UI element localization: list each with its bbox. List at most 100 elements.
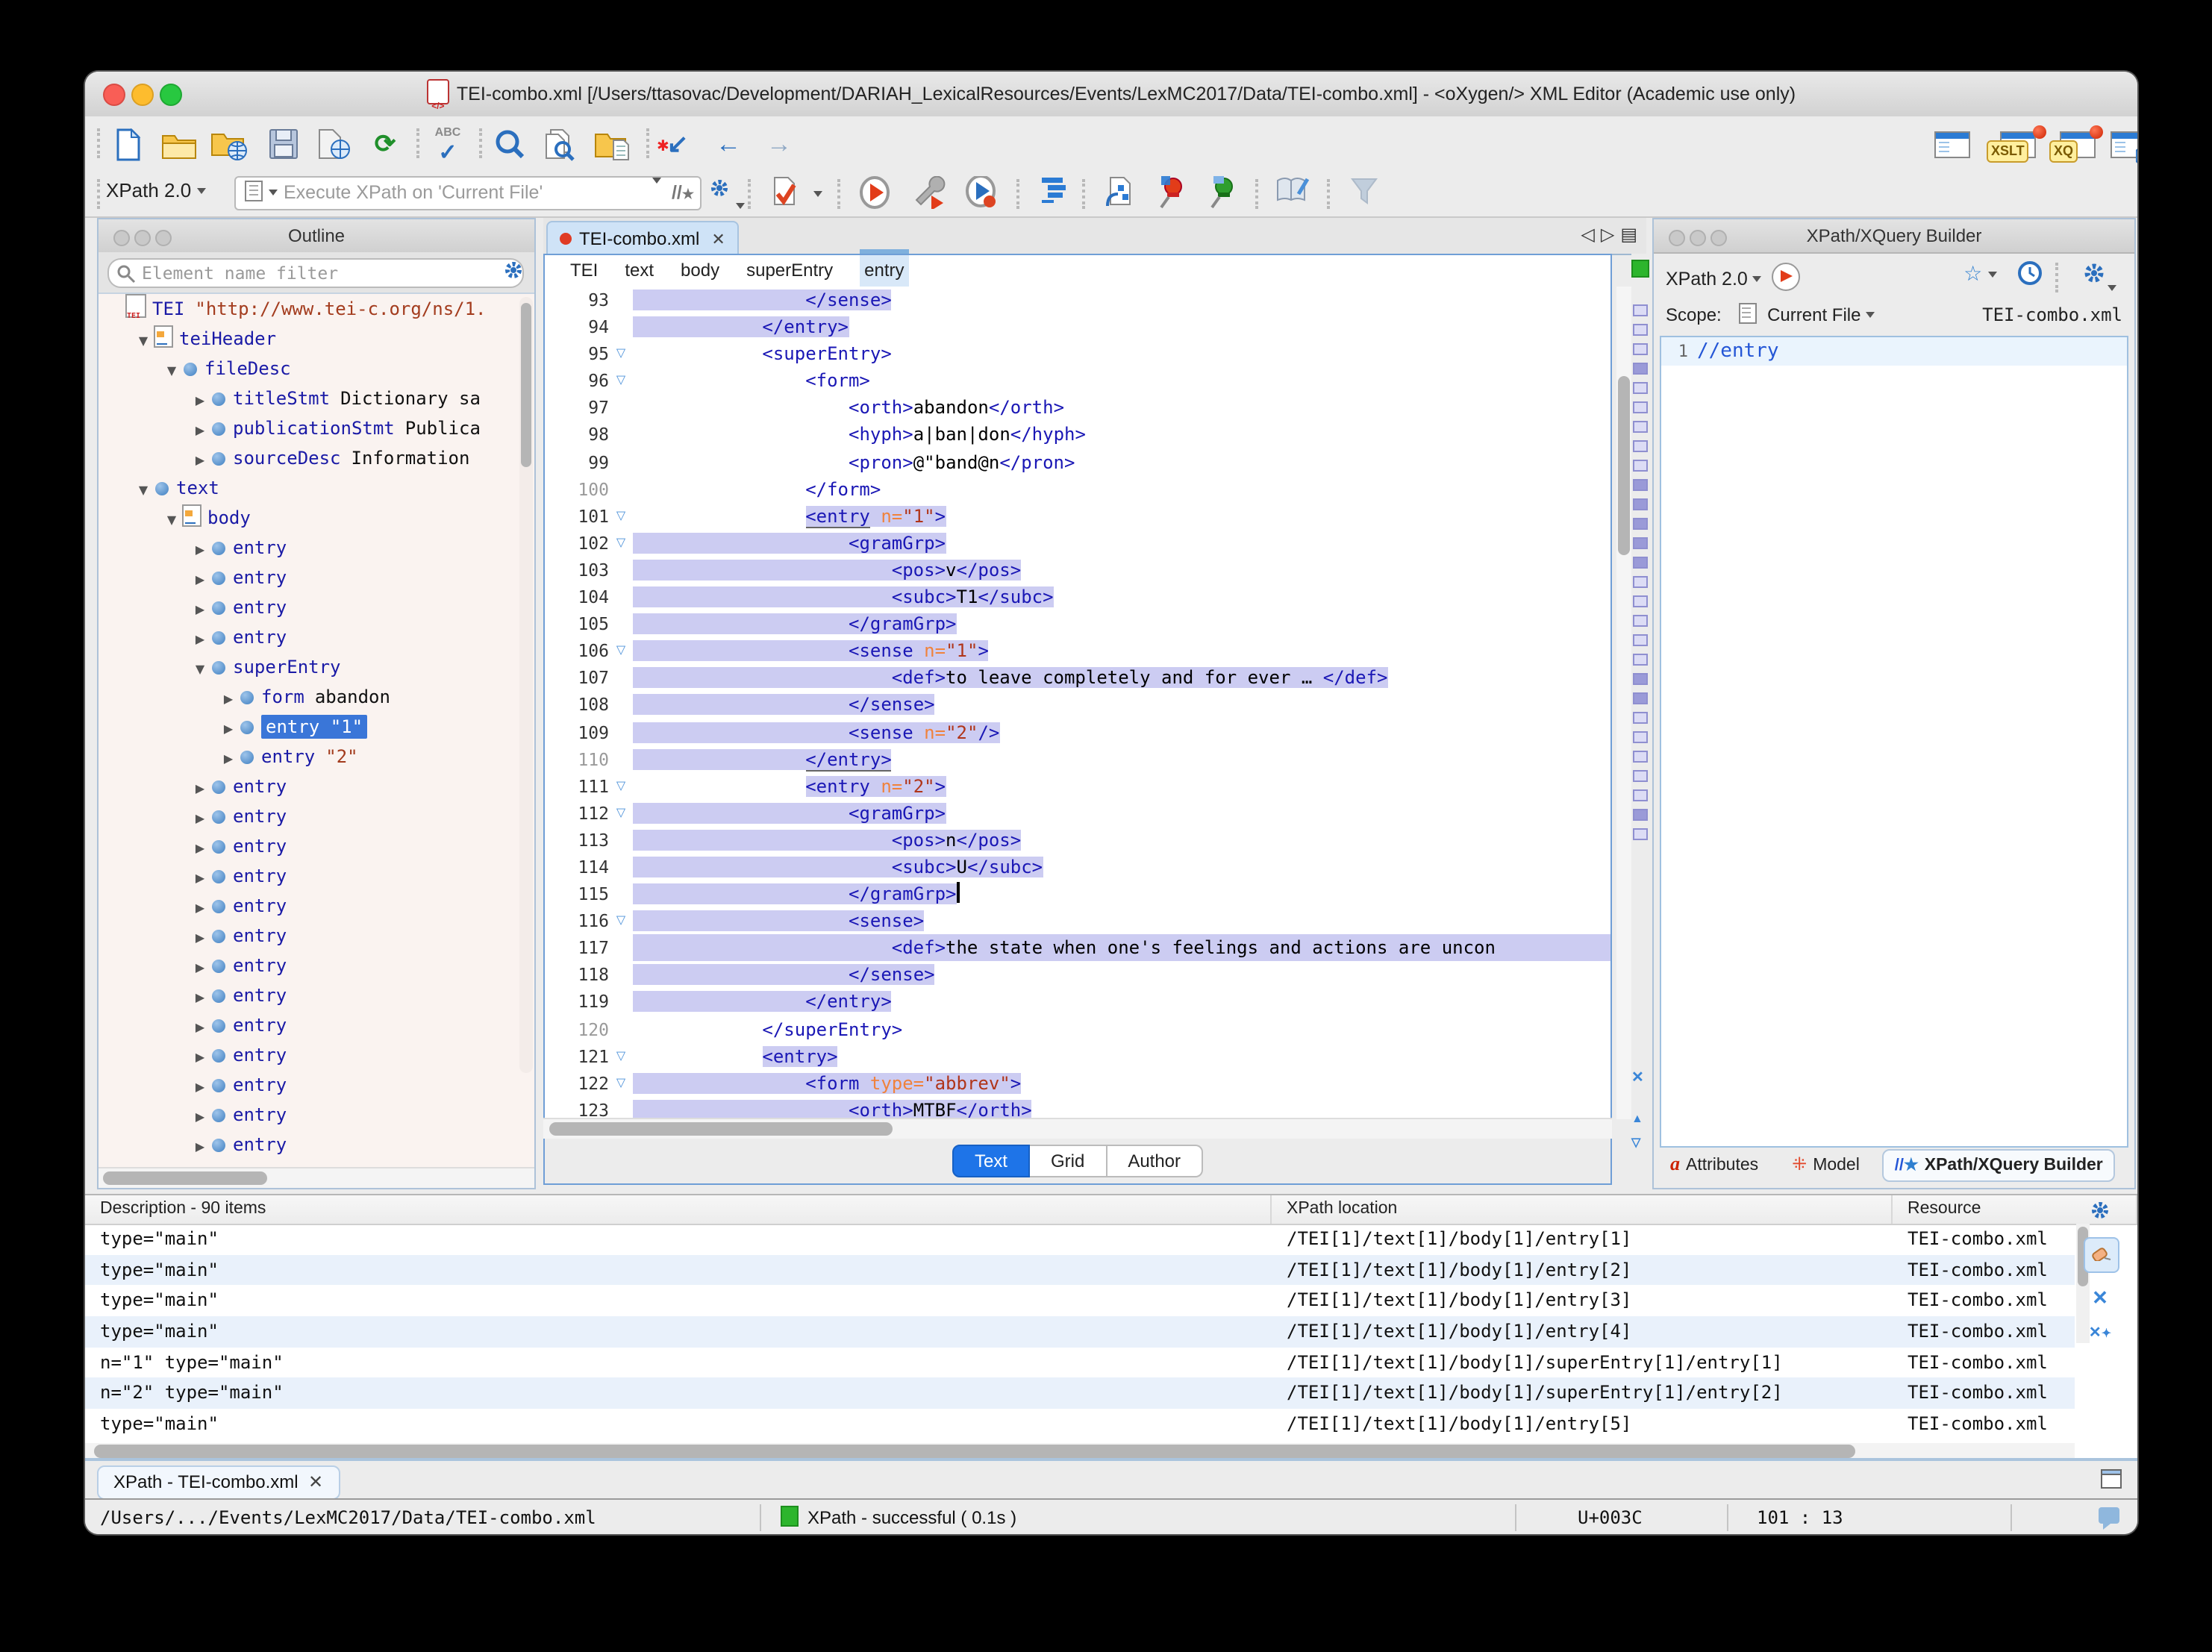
mode-tab-author[interactable]: Author [1107, 1145, 1203, 1177]
xpath-expression[interactable]: //entry [1697, 337, 1779, 366]
occurrence-marker[interactable] [1633, 518, 1648, 530]
occurrence-marker[interactable] [1633, 401, 1648, 413]
occurrence-marker[interactable] [1633, 692, 1648, 704]
element-label[interactable]: entry [233, 1074, 287, 1095]
element-label[interactable]: fileDesc [204, 358, 291, 379]
outline-tree-item[interactable]: ▶formabandon [99, 682, 534, 712]
code-line-112[interactable]: 112▽ <gramGrp> [543, 800, 1610, 827]
element-label[interactable]: entry [233, 985, 287, 1006]
favorites-star-icon[interactable]: ☆ [1963, 261, 1997, 287]
expand-icon[interactable]: ▶ [190, 536, 210, 566]
occurrence-marker[interactable] [1633, 440, 1648, 452]
associate-schema-button[interactable] [1100, 176, 1139, 212]
xpath-history-icon[interactable]: //★ [672, 178, 694, 210]
code-line-104[interactable]: 104 <subc>T1</subc> [543, 583, 1610, 610]
code-line-121[interactable]: 121▽ <entry> [543, 1042, 1610, 1069]
code-line-118[interactable]: 118 </sense> [543, 962, 1610, 989]
occurrence-marker[interactable] [1633, 498, 1648, 510]
validation-ok-indicator[interactable] [1631, 260, 1649, 278]
editor-horizontal-scrollbar[interactable] [543, 1118, 1612, 1139]
outline-tree-item[interactable]: ▶publicationStmtPublica [99, 413, 534, 443]
expand-icon[interactable]: ▶ [190, 416, 210, 446]
code-line-107[interactable]: 107 <def>to leave completely and for eve… [543, 665, 1610, 692]
validate-button[interactable] [766, 176, 804, 212]
outline-tree-item[interactable]: ▶entry [99, 861, 534, 891]
outline-tree-item[interactable]: ▶entry [99, 563, 534, 592]
occurrence-marker[interactable] [1633, 789, 1648, 801]
outline-tree-item[interactable]: ▶entry [99, 801, 534, 831]
outline-settings-gear-icon[interactable] [502, 258, 525, 290]
outline-tree-item[interactable]: ▼superEntry [99, 652, 534, 682]
outline-tree-item[interactable]: ▼ fileDesc [99, 354, 534, 384]
title-bar[interactable]: TEI-combo.xml [/Users/ttasovac/Developme… [85, 72, 2137, 118]
prev-marker-icon[interactable]: ▲ [1631, 1112, 1643, 1125]
find-replace-button[interactable] [491, 125, 530, 164]
code-line-115[interactable]: 115 </gramGrp> [543, 880, 1610, 907]
filter-funnel-icon[interactable] [1345, 176, 1384, 212]
toolbar-grip[interactable] [748, 179, 755, 209]
prev-editor-icon[interactable]: ◁ [1581, 224, 1600, 245]
code-line-113[interactable]: 113 <pos>n</pos> [543, 827, 1610, 854]
collapse-icon[interactable]: ▼ [161, 357, 182, 387]
results-header[interactable]: Description - 90 items XPath location Re… [85, 1195, 2137, 1225]
execute-xpath-icon[interactable] [1772, 263, 1801, 291]
expand-icon[interactable]: ▶ [190, 1133, 210, 1163]
occurrence-marker[interactable] [1633, 382, 1648, 394]
code-line-93[interactable]: 93 </sense> [543, 287, 1610, 313]
outline-tree-item[interactable]: ▶entry [99, 951, 534, 980]
code-line-120[interactable]: 120 </superEntry> [543, 1016, 1610, 1042]
toolbar-grip[interactable] [97, 179, 104, 209]
fold-toggle-icon[interactable]: ▽ [609, 368, 633, 395]
tab-model[interactable]: ⁜Model [1781, 1149, 1870, 1179]
annotation-stripe[interactable]: ✕ ▲ ▽ [1631, 254, 1648, 1185]
code-line-94[interactable]: 94 </entry> [543, 313, 1610, 340]
outline-tree-item[interactable]: ▼body [99, 503, 534, 533]
fold-toggle-icon[interactable]: ▽ [609, 340, 633, 367]
expand-icon[interactable]: ▶ [218, 715, 239, 745]
breadcrumb-item-body[interactable]: body [681, 254, 719, 287]
highlight-results-icon[interactable] [2084, 1237, 2119, 1273]
occurrence-marker[interactable] [1633, 363, 1648, 375]
save-button[interactable] [264, 125, 303, 164]
debug-scenario-button[interactable] [963, 176, 1002, 212]
element-label[interactable]: entry [233, 955, 287, 976]
expand-icon[interactable]: ▶ [190, 1043, 210, 1073]
occurrence-marker[interactable] [1633, 770, 1648, 782]
occurrence-marker[interactable] [1633, 343, 1648, 355]
xquery-debugger-button[interactable]: XQ [2052, 125, 2103, 164]
find-in-files-button[interactable] [542, 125, 581, 164]
fold-toggle-icon[interactable]: ▽ [609, 772, 633, 799]
code-line-110[interactable]: 110 </entry> [543, 745, 1610, 772]
outline-tree-item[interactable]: ▼teiHeader [99, 324, 534, 354]
code-line-102[interactable]: 102▽ <gramGrp> [543, 530, 1610, 557]
result-row[interactable]: n="2" type="main"/TEI[1]/text[1]/body[1]… [85, 1378, 2075, 1409]
xpath-expression-editor[interactable]: 1//entry [1660, 336, 2128, 1148]
element-name-filter-input[interactable]: Element name filter [107, 258, 524, 288]
back-icon[interactable]: ← [709, 125, 748, 164]
expand-icon[interactable]: ▶ [190, 983, 210, 1013]
outline-tree-item[interactable]: ▶entry [99, 921, 534, 951]
code-line-123[interactable]: 123 <orth>MTBF</orth> [543, 1097, 1610, 1119]
toolbar-grip[interactable] [646, 128, 654, 158]
outline-tree-item[interactable]: ▼text [99, 473, 534, 503]
fold-toggle-icon[interactable]: ▽ [609, 503, 633, 530]
occurrence-marker[interactable] [1633, 557, 1648, 569]
occurrence-marker[interactable] [1633, 324, 1648, 336]
result-row[interactable]: type="main"/TEI[1]/text[1]/body[1]/entry… [85, 1409, 2075, 1439]
expand-icon[interactable]: ▶ [190, 1013, 210, 1043]
outline-horizontal-scrollbar[interactable] [99, 1167, 534, 1188]
result-row[interactable]: type="main"/TEI[1]/text[1]/body[1]/entry… [85, 1286, 2075, 1316]
result-row[interactable]: type="main"/TEI[1]/text[1]/body[1]/entry… [85, 1224, 2075, 1254]
collapse-icon[interactable]: ▼ [133, 327, 154, 357]
results-settings-gear-icon[interactable] [2084, 1198, 2116, 1231]
format-indent-button[interactable] [1034, 176, 1073, 212]
open-url-button[interactable] [210, 125, 249, 164]
expand-icon[interactable]: ▶ [190, 924, 210, 954]
expand-icon[interactable]: ▶ [190, 387, 210, 416]
editor-list-icon[interactable]: ▤ [1620, 224, 1637, 245]
fold-toggle-icon[interactable]: ▽ [609, 1069, 633, 1096]
outline-tree-item[interactable]: ▶entry [99, 1100, 534, 1130]
occurrence-marker[interactable] [1633, 421, 1648, 433]
toolbar-grip[interactable] [1255, 179, 1263, 209]
results-horizontal-scrollbar[interactable] [85, 1443, 2075, 1458]
